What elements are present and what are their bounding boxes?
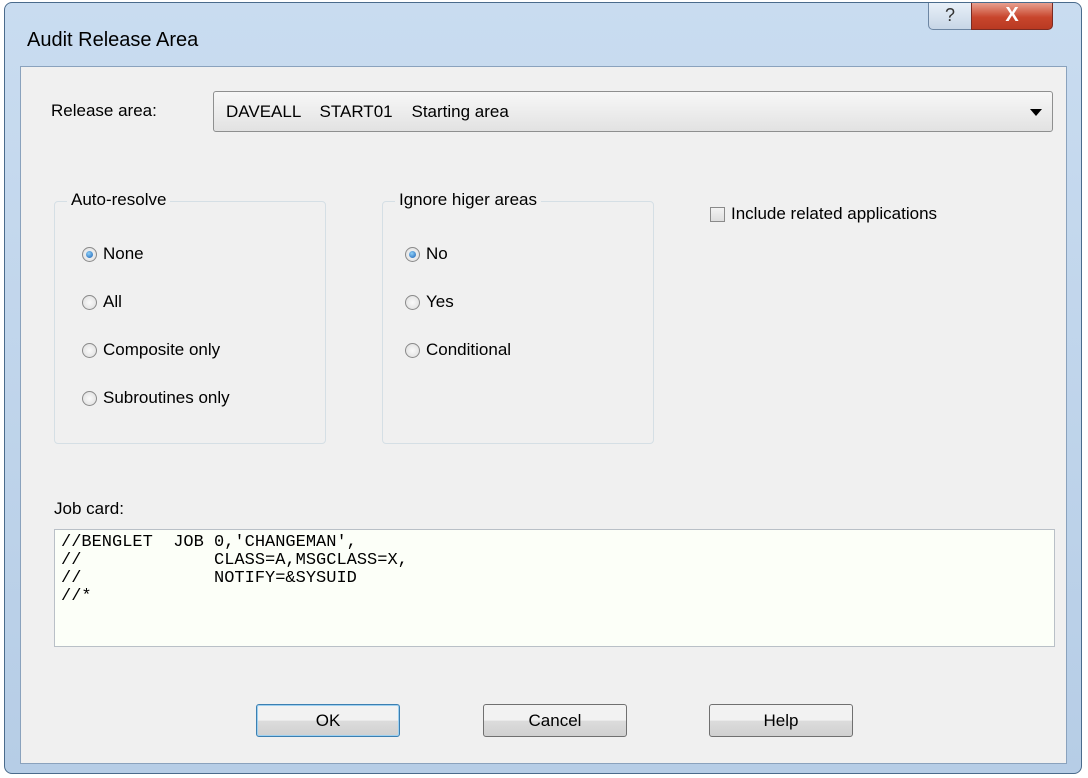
radio-label: Subroutines only [103, 388, 230, 407]
chevron-down-icon [1030, 109, 1042, 116]
radio-ignore-yes[interactable]: Yes [405, 292, 454, 312]
ignore-higher-legend: Ignore higer areas [395, 190, 541, 210]
radio-label: Conditional [426, 340, 512, 359]
radio-auto-resolve-composite[interactable]: Composite only [82, 340, 220, 360]
checkbox-icon [710, 206, 725, 222]
help-button[interactable]: Help [709, 704, 853, 737]
job-card-textarea[interactable]: //BENGLET JOB 0,'CHANGEMAN', // CLASS=A,… [54, 529, 1055, 647]
auto-resolve-legend: Auto-resolve [67, 190, 171, 210]
ok-button[interactable]: OK [256, 704, 400, 737]
help-icon[interactable]: ? [928, 3, 972, 30]
radio-button-icon [405, 246, 420, 262]
radio-button-icon [82, 246, 97, 262]
radio-ignore-no[interactable]: No [405, 244, 448, 264]
window-title: Audit Release Area [27, 29, 199, 51]
radio-auto-resolve-none[interactable]: None [82, 244, 144, 264]
radio-auto-resolve-subroutines[interactable]: Subroutines only [82, 388, 230, 408]
ignore-higher-group: Ignore higer areas No Yes Conditional [382, 190, 654, 444]
radio-label: No [426, 244, 448, 263]
radio-button-icon [82, 294, 97, 310]
radio-button-icon [82, 342, 97, 358]
radio-auto-resolve-all[interactable]: All [82, 292, 122, 312]
radio-label: Yes [426, 292, 454, 311]
radio-label: Composite only [103, 340, 221, 359]
release-area-value: DAVEALL START01 Starting area [226, 102, 509, 121]
release-area-dropdown[interactable]: DAVEALL START01 Starting area [213, 91, 1053, 132]
radio-button-icon [82, 390, 97, 406]
job-card-label: Job card: [54, 499, 124, 518]
radio-ignore-conditional[interactable]: Conditional [405, 340, 511, 360]
include-related-checkbox[interactable]: Include related applications [710, 204, 937, 224]
radio-button-icon [405, 294, 420, 310]
release-area-label: Release area: [51, 101, 157, 120]
radio-button-icon [405, 342, 420, 358]
include-related-label: Include related applications [731, 204, 938, 223]
radio-label: None [103, 244, 144, 263]
cancel-button[interactable]: Cancel [483, 704, 627, 737]
close-icon[interactable]: X [971, 3, 1053, 30]
dialog-window: Audit Release Area ? X Release area: DAV… [4, 2, 1082, 774]
radio-label: All [103, 292, 122, 311]
dialog-body: Release area: DAVEALL START01 Starting a… [20, 66, 1067, 764]
auto-resolve-group: Auto-resolve None All Composite only Sub… [54, 190, 326, 444]
